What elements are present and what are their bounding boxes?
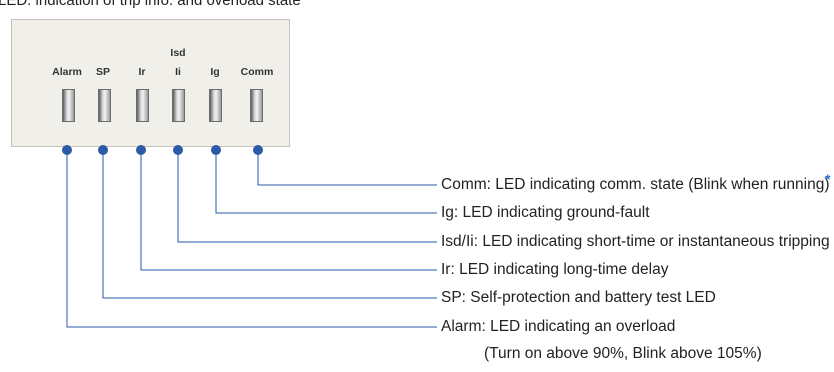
desc-alarm: Alarm: LED indicating an overload <box>441 318 676 335</box>
dot-comm <box>253 145 263 155</box>
desc-ig: Ig: LED indicating ground-fault <box>441 204 650 221</box>
footnote-asterisk: * <box>825 171 831 187</box>
dot-isd-ii <box>173 145 183 155</box>
connector-comm <box>257 150 437 186</box>
desc-ir: Ir: LED indicating long-time delay <box>441 261 669 278</box>
desc-comm: Comm: LED indicating comm. state (Blink … <box>441 176 830 193</box>
desc-isd-ii: Isd/Ii: LED indicating short-time or ins… <box>441 233 830 250</box>
connector-ig <box>215 150 437 214</box>
desc-sp: SP: Self-protection and battery test LED <box>441 289 716 306</box>
dot-alarm <box>62 145 72 155</box>
dot-ig <box>211 145 221 155</box>
connector-isd-ii <box>177 150 437 243</box>
dot-ir <box>136 145 146 155</box>
desc-alarm-note: (Turn on above 90%, Blink above 105%) <box>484 345 762 362</box>
connector-sp <box>102 150 437 299</box>
connector-alarm <box>66 150 437 328</box>
connector-ir <box>140 150 437 271</box>
dot-sp <box>98 145 108 155</box>
